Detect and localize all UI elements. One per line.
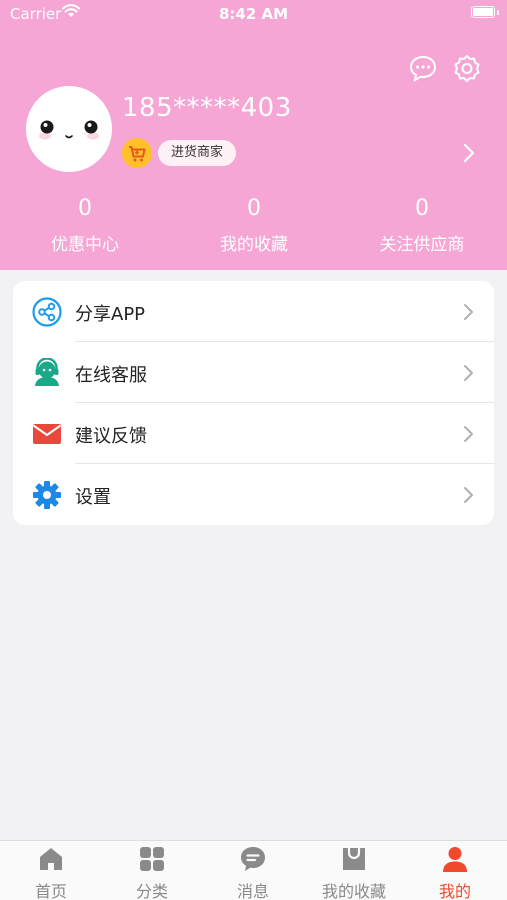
menu-item-feedback[interactable]: 建议反馈 — [13, 403, 494, 464]
role-tag: 进货商家 — [158, 140, 237, 166]
chevron-right-icon — [464, 487, 473, 503]
menu-card: 分享APP 在线客服 建议反馈 设置 — [13, 281, 494, 525]
avatar[interactable] — [26, 86, 112, 172]
message-icon[interactable] — [408, 54, 438, 84]
menu-item-label: 分享APP — [75, 304, 146, 325]
stat-my-favorites[interactable]: 0 我的收藏 — [179, 196, 329, 255]
tab-bar: 首页 分类 消息 我的收藏 我的 — [0, 840, 507, 900]
tab-category[interactable]: 分类 — [102, 841, 202, 900]
tab-mine[interactable]: 我的 — [405, 841, 505, 900]
stat-value: 0 — [78, 196, 92, 221]
favorites-bag-icon — [343, 848, 365, 870]
stat-coupon-center[interactable]: 0 优惠中心 — [10, 196, 160, 255]
tab-label: 首页 — [34, 882, 67, 900]
tab-label: 我的 — [438, 882, 471, 900]
cart-badge-icon — [122, 138, 152, 168]
battery-tip — [497, 10, 499, 15]
stat-value: 0 — [247, 196, 261, 221]
mail-icon — [32, 424, 62, 444]
settings-icon[interactable] — [452, 54, 482, 84]
status-bar: Carrier 8:42 AM — [0, 0, 507, 28]
customer-service-icon — [35, 358, 59, 386]
tab-home[interactable]: 首页 — [1, 841, 101, 900]
battery-icon — [471, 6, 495, 18]
stat-label: 关注供应商 — [379, 235, 465, 255]
profile-header: Carrier 8:42 AM 185*****403 进货商家 0 优惠中心 … — [0, 0, 507, 270]
home-icon — [40, 848, 62, 870]
tab-label: 我的收藏 — [321, 882, 386, 900]
chevron-right-icon — [464, 365, 473, 381]
chevron-right-icon[interactable] — [461, 143, 477, 163]
menu-item-online-service[interactable]: 在线客服 — [13, 342, 494, 403]
chevron-right-icon — [464, 426, 473, 442]
clock: 8:42 AM — [218, 5, 289, 23]
stat-label: 我的收藏 — [220, 235, 288, 255]
settings-gear-icon — [33, 481, 61, 509]
category-icon — [140, 847, 164, 871]
tab-messages[interactable]: 消息 — [203, 841, 303, 900]
user-phone: 185*****403 — [122, 93, 292, 123]
tab-favorites[interactable]: 我的收藏 — [304, 841, 404, 900]
profile-icon — [443, 847, 467, 872]
menu-item-share-app[interactable]: 分享APP — [13, 281, 494, 342]
stat-value: 0 — [415, 196, 429, 221]
share-icon — [32, 297, 62, 327]
tab-label: 消息 — [236, 882, 269, 900]
tab-label: 分类 — [135, 882, 168, 900]
menu-item-label: 建议反馈 — [75, 426, 147, 447]
menu-item-label: 设置 — [75, 487, 111, 508]
stat-label: 优惠中心 — [51, 235, 119, 255]
menu-item-settings[interactable]: 设置 — [13, 464, 494, 525]
stat-followed-suppliers[interactable]: 0 关注供应商 — [347, 196, 497, 255]
chevron-right-icon — [464, 304, 473, 320]
message-icon — [241, 847, 265, 871]
menu-item-label: 在线客服 — [75, 365, 147, 386]
